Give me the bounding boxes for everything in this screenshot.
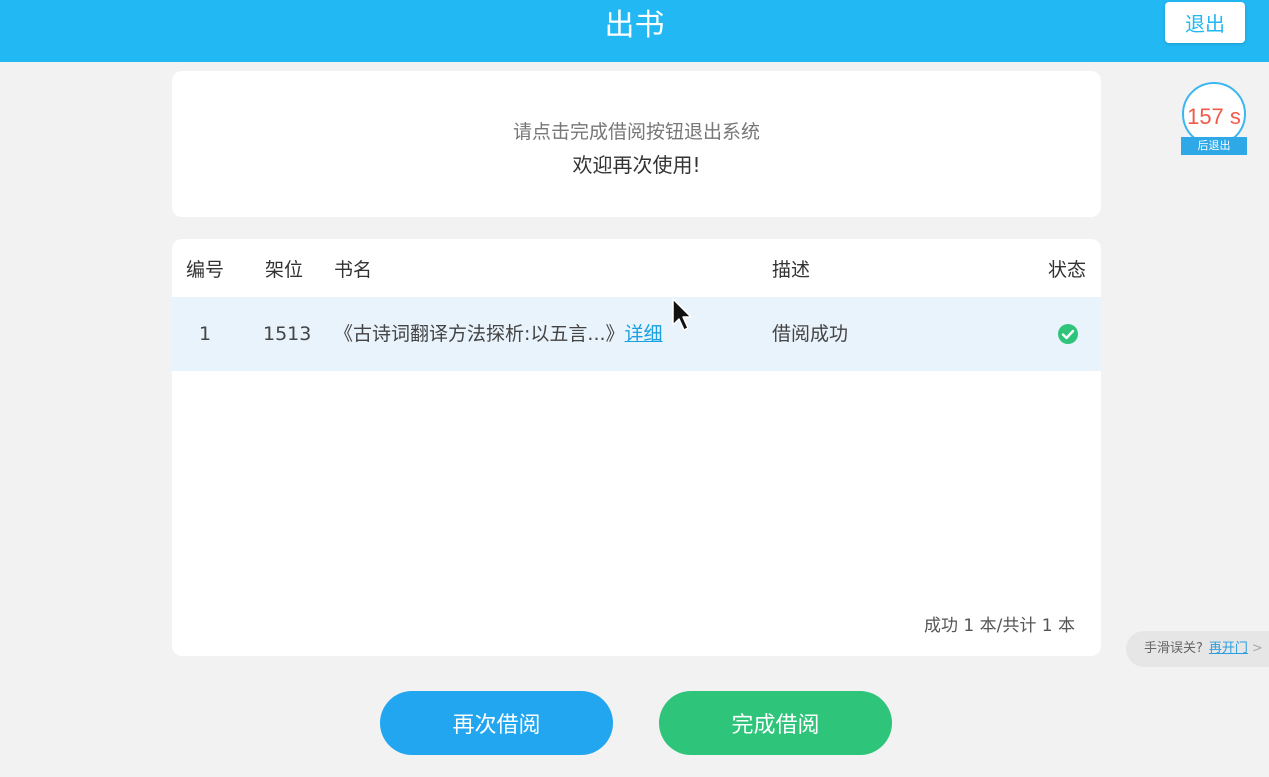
borrow-summary: 成功 1 本/共计 1 本 xyxy=(924,616,1075,636)
column-header-title: 书名 xyxy=(334,259,373,281)
instruction-text: 请点击完成借阅按钮退出系统 xyxy=(512,121,760,143)
book-title: 《古诗词翻译方法探析:以五言...》 xyxy=(334,323,625,345)
finish-borrow-button[interactable]: 完成借阅 xyxy=(659,691,892,755)
chevron-right-icon: > xyxy=(1251,641,1263,656)
column-header-status: 状态 xyxy=(1048,259,1087,281)
row-shelf: 1513 xyxy=(263,323,312,345)
borrow-again-button[interactable]: 再次借阅 xyxy=(380,691,613,755)
message-card: 请点击完成借阅按钮退出系统 欢迎再次使用! xyxy=(172,71,1101,217)
reopen-door-link[interactable]: 再开门 xyxy=(1209,641,1248,656)
detail-link[interactable]: 详细 xyxy=(625,323,663,345)
mouse-cursor-icon xyxy=(672,298,692,331)
row-number: 1 xyxy=(199,323,212,345)
column-header-number: 编号 xyxy=(186,259,225,281)
reopen-door-tab[interactable]: 手滑误关? 再开门 > xyxy=(1126,631,1269,667)
borrow-table: 编号 架位 书名 描述 状态 1 1513 《古诗词翻译方法探析:以五言...》… xyxy=(172,239,1101,656)
column-header-description: 描述 xyxy=(772,259,811,281)
row-title-cell: 《古诗词翻译方法探析:以五言...》详细 xyxy=(334,321,663,347)
reopen-prompt: 手滑误关? xyxy=(1144,641,1203,656)
logout-button[interactable]: 退出 xyxy=(1165,2,1245,43)
header-bar: 出书 退出 xyxy=(0,0,1269,62)
row-description: 借阅成功 xyxy=(772,323,849,345)
table-row: 1 1513 《古诗词翻译方法探析:以五言...》详细 借阅成功 xyxy=(172,297,1101,371)
countdown-timer: 157 s 后退出 xyxy=(1180,82,1247,156)
timer-label: 后退出 xyxy=(1181,137,1247,155)
check-circle-icon xyxy=(1058,324,1078,344)
page-title: 出书 xyxy=(604,8,665,43)
column-header-shelf: 架位 xyxy=(265,259,304,281)
timer-value: 157 s xyxy=(1187,104,1241,129)
welcome-text: 欢迎再次使用! xyxy=(572,153,701,177)
